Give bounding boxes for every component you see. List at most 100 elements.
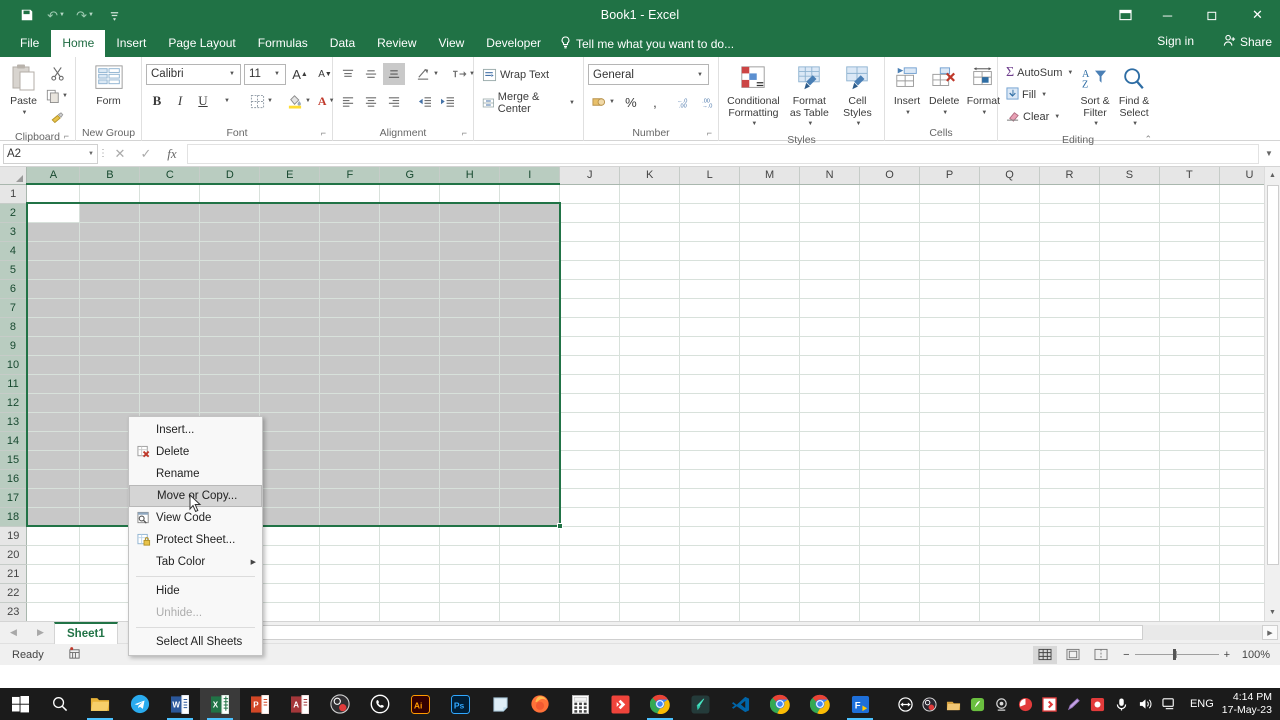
cell-I21[interactable] — [499, 564, 561, 584]
cell-J23[interactable] — [559, 602, 621, 621]
cell-R10[interactable] — [1039, 355, 1100, 375]
fill-button[interactable]: Fill ▼ — [1002, 84, 1076, 106]
cell-E20[interactable] — [259, 545, 321, 565]
sticky-notes-icon[interactable] — [480, 688, 520, 720]
anydesk-tray-icon[interactable] — [1038, 688, 1062, 720]
cell-Q23[interactable] — [979, 602, 1040, 621]
cell-H14[interactable] — [439, 431, 501, 451]
cell-L14[interactable] — [679, 431, 741, 451]
obs-tray-icon[interactable] — [918, 688, 942, 720]
cell-O3[interactable] — [859, 222, 921, 242]
context-menu-item-tab-color[interactable]: Tab Color ▶ — [129, 551, 262, 573]
cell-Q9[interactable] — [979, 336, 1040, 356]
cell-B10[interactable] — [79, 355, 141, 375]
select-all-button[interactable] — [0, 167, 28, 185]
column-header-j[interactable]: J — [559, 167, 621, 185]
context-menu-item-select-all-sheets[interactable]: Select All Sheets — [129, 631, 262, 653]
page-break-preview-button[interactable] — [1089, 646, 1113, 664]
cell-Q4[interactable] — [979, 241, 1040, 261]
cell-F17[interactable] — [319, 488, 381, 508]
cell-F9[interactable] — [319, 336, 381, 356]
cell-R7[interactable] — [1039, 298, 1100, 318]
cell-A9[interactable] — [26, 336, 81, 356]
cell-P17[interactable] — [919, 488, 980, 508]
cell-J15[interactable] — [559, 450, 621, 470]
cell-Q16[interactable] — [979, 469, 1040, 489]
cell-G2[interactable] — [379, 203, 441, 223]
comma-style-button[interactable]: , — [644, 91, 666, 113]
column-header-c[interactable]: C — [139, 167, 201, 185]
cell-S19[interactable] — [1099, 526, 1160, 546]
cell-J12[interactable] — [559, 393, 621, 413]
cell-K6[interactable] — [619, 279, 681, 299]
cell-T13[interactable] — [1159, 412, 1220, 432]
align-top-button[interactable] — [337, 63, 359, 85]
cell-Q22[interactable] — [979, 583, 1040, 603]
horizontal-scroll-track[interactable] — [181, 625, 1262, 640]
cell-A12[interactable] — [26, 393, 81, 413]
cell-N17[interactable] — [799, 488, 861, 508]
cell-R12[interactable] — [1039, 393, 1100, 413]
cell-S14[interactable] — [1099, 431, 1160, 451]
expand-formula-bar-button[interactable]: ▼ — [1261, 149, 1277, 158]
cell-E8[interactable] — [259, 317, 321, 337]
cell-M17[interactable] — [739, 488, 801, 508]
cell-M23[interactable] — [739, 602, 801, 621]
cell-P23[interactable] — [919, 602, 980, 621]
cell-B11[interactable] — [79, 374, 141, 394]
cell-A10[interactable] — [26, 355, 81, 375]
previous-sheet-button[interactable]: ◀ — [10, 627, 17, 638]
cell-G11[interactable] — [379, 374, 441, 394]
cell-A8[interactable] — [26, 317, 81, 337]
cell-M16[interactable] — [739, 469, 801, 489]
record-macro-icon[interactable] — [68, 646, 81, 663]
cell-R22[interactable] — [1039, 583, 1100, 603]
cell-P20[interactable] — [919, 545, 980, 565]
cell-A1[interactable] — [26, 184, 81, 204]
cell-N16[interactable] — [799, 469, 861, 489]
green-app-tray-icon[interactable] — [966, 688, 990, 720]
cell-A14[interactable] — [26, 431, 81, 451]
column-header-l[interactable]: L — [679, 167, 741, 185]
cell-T16[interactable] — [1159, 469, 1220, 489]
italic-button[interactable]: I — [169, 90, 191, 112]
align-left-button[interactable] — [337, 90, 359, 112]
tab-developer[interactable]: Developer — [475, 30, 552, 57]
insert-cells-button[interactable]: Insert ▼ — [889, 60, 925, 121]
cell-R3[interactable] — [1039, 222, 1100, 242]
column-header-s[interactable]: S — [1099, 167, 1160, 185]
cell-G4[interactable] — [379, 241, 441, 261]
row-header-14[interactable]: 14 — [0, 431, 28, 451]
cell-N9[interactable] — [799, 336, 861, 356]
cell-A3[interactable] — [26, 222, 81, 242]
cell-C1[interactable] — [139, 184, 201, 204]
cell-I12[interactable] — [499, 393, 561, 413]
cell-S3[interactable] — [1099, 222, 1160, 242]
cell-G6[interactable] — [379, 279, 441, 299]
microphone-tray-icon[interactable] — [1110, 688, 1134, 720]
cell-C10[interactable] — [139, 355, 201, 375]
cell-N12[interactable] — [799, 393, 861, 413]
cell-S13[interactable] — [1099, 412, 1160, 432]
cell-E23[interactable] — [259, 602, 321, 621]
cell-K18[interactable] — [619, 507, 681, 527]
cell-H18[interactable] — [439, 507, 501, 527]
cell-A17[interactable] — [26, 488, 81, 508]
cell-F4[interactable] — [319, 241, 381, 261]
cell-O9[interactable] — [859, 336, 921, 356]
cell-N22[interactable] — [799, 583, 861, 603]
cell-C4[interactable] — [139, 241, 201, 261]
cell-T3[interactable] — [1159, 222, 1220, 242]
cell-A4[interactable] — [26, 241, 81, 261]
cell-S8[interactable] — [1099, 317, 1160, 337]
column-header-t[interactable]: T — [1159, 167, 1220, 185]
normal-view-button[interactable] — [1033, 645, 1058, 664]
cell-L21[interactable] — [679, 564, 741, 584]
cell-P3[interactable] — [919, 222, 980, 242]
chrome-icon[interactable] — [640, 688, 680, 720]
tab-formulas[interactable]: Formulas — [247, 30, 319, 57]
cell-P18[interactable] — [919, 507, 980, 527]
ribbon-display-options-icon[interactable] — [1105, 0, 1145, 30]
cell-P12[interactable] — [919, 393, 980, 413]
cell-G21[interactable] — [379, 564, 441, 584]
